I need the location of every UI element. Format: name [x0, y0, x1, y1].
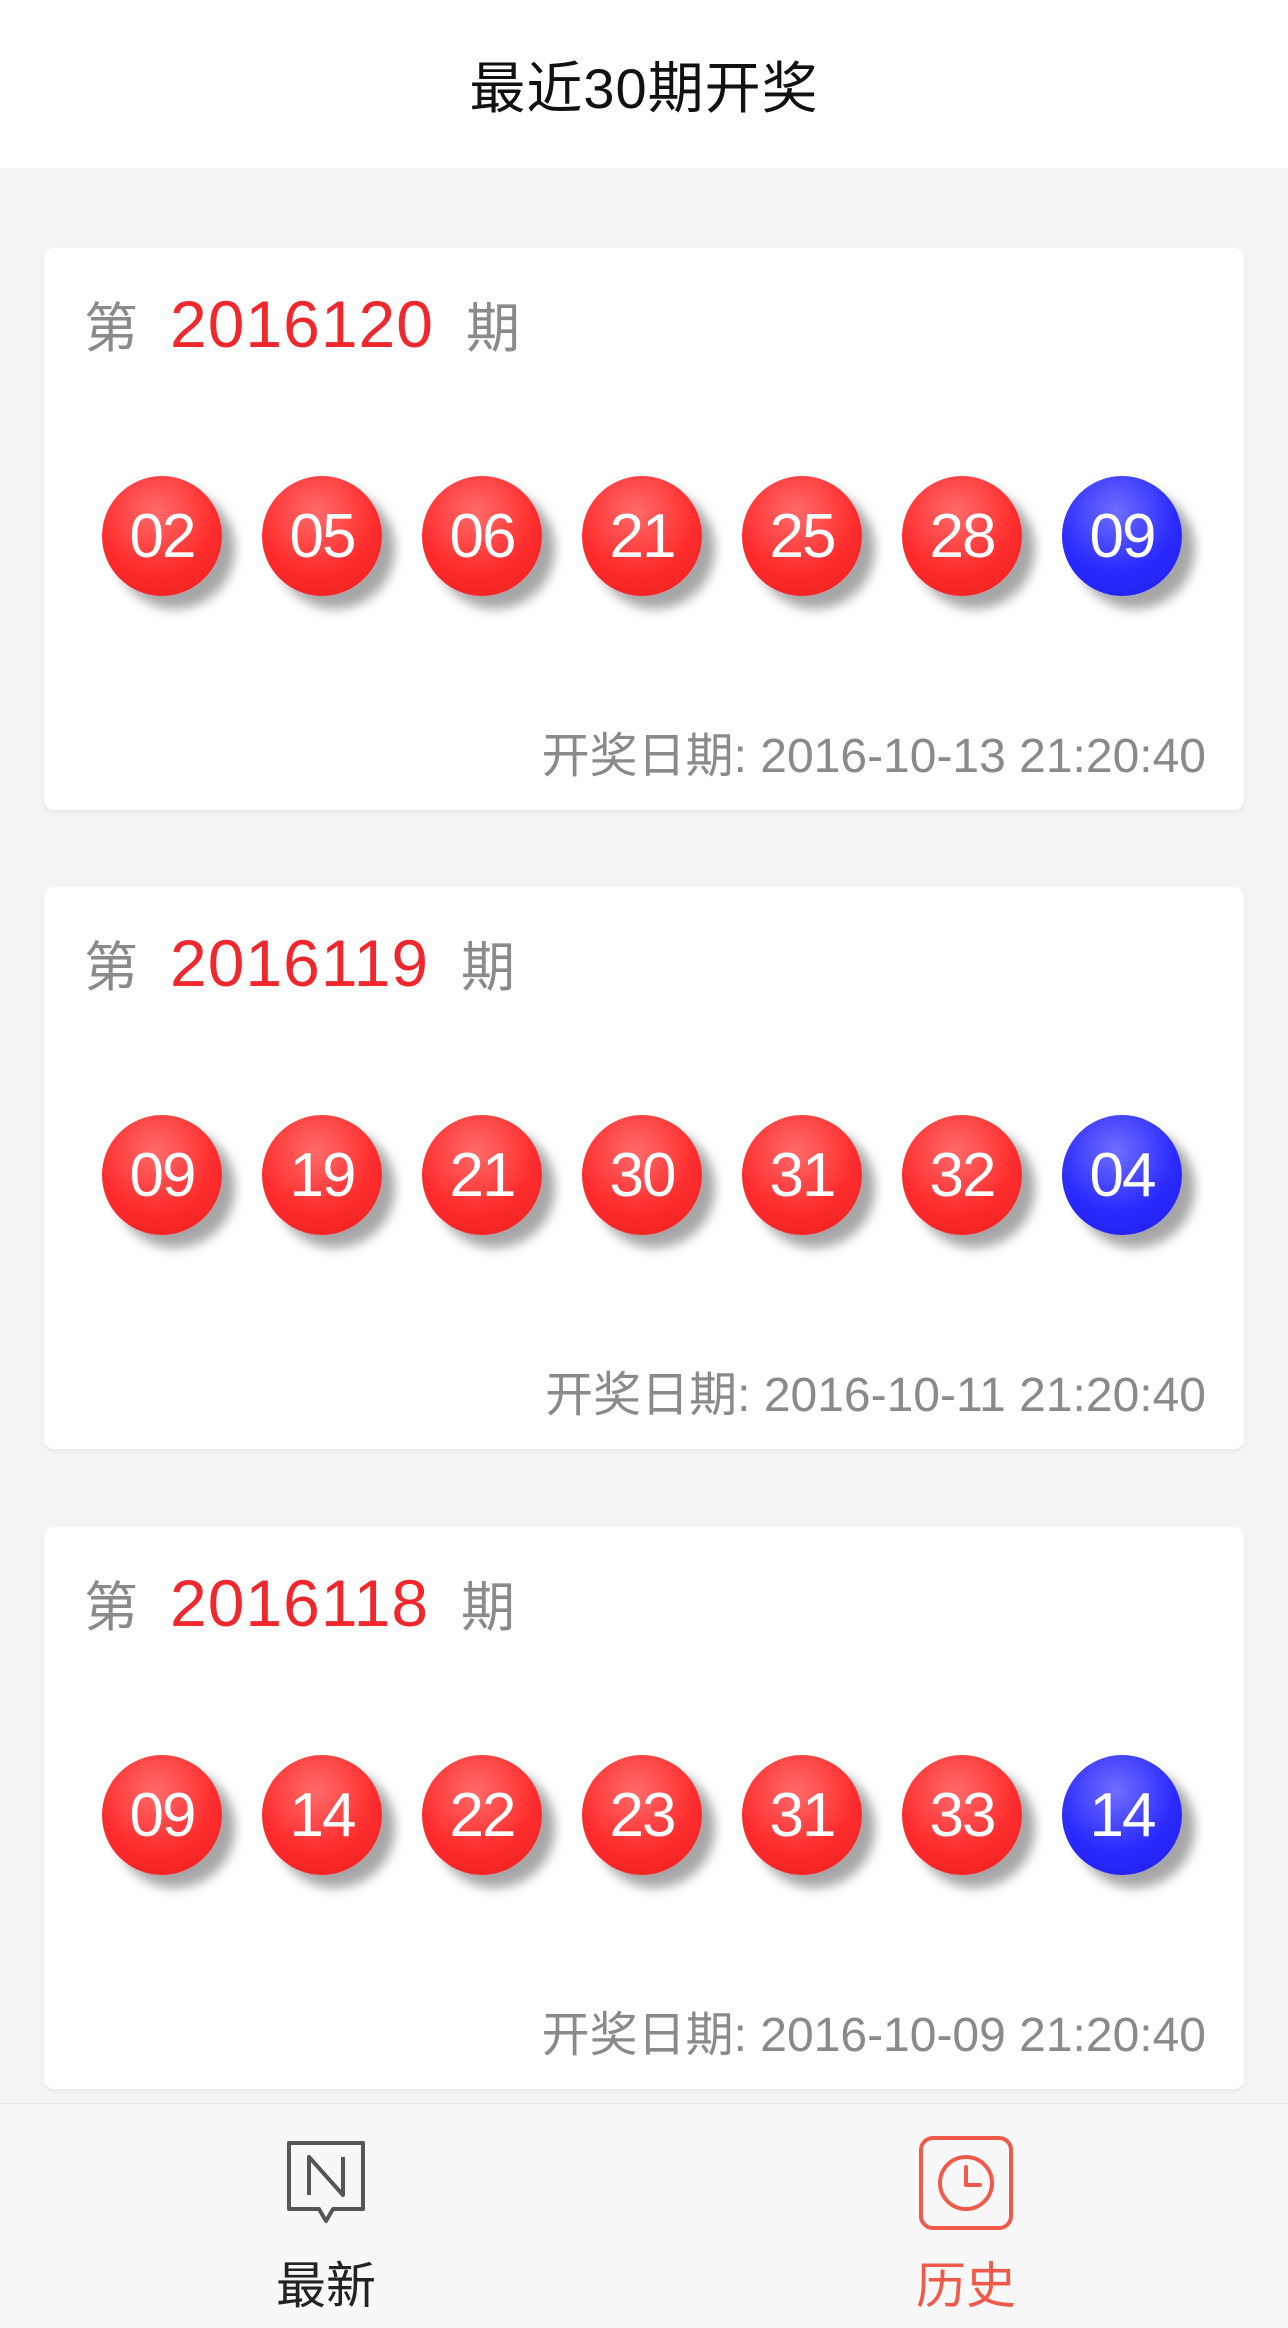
- ball-row: 09 19 21 30 31 32 04: [102, 1115, 1182, 1235]
- issue-prefix: 第: [84, 299, 138, 359]
- red-ball: 09: [102, 1755, 222, 1875]
- draw-date: 开奖日期: 2016-10-09 21:20:40: [542, 1995, 1206, 2065]
- blue-ball: 14: [1062, 1755, 1182, 1875]
- red-ball: 09: [102, 1115, 222, 1235]
- ball-row: 09 14 22 23 31 33 14: [102, 1755, 1182, 1875]
- red-ball: 31: [742, 1115, 862, 1235]
- draw-date-label: 开奖日期:: [541, 2009, 747, 2062]
- draw-date-value: 2016-10-11 21:20:40: [763, 1369, 1206, 1422]
- draw-date: 开奖日期: 2016-10-13 21:20:40: [542, 716, 1206, 786]
- blue-ball: 04: [1062, 1115, 1182, 1235]
- red-ball: 19: [262, 1115, 382, 1235]
- issue-number: 2016120: [170, 287, 434, 361]
- bottom-tab-bar: 最新 历史: [0, 2103, 1288, 2328]
- red-ball: 25: [742, 476, 862, 596]
- red-ball: 23: [582, 1755, 702, 1875]
- draw-issue-line: 第 2016119 期: [84, 923, 515, 1002]
- red-ball: 06: [422, 476, 542, 596]
- red-ball: 30: [582, 1115, 702, 1235]
- draw-issue-line: 第 2016118 期: [84, 1563, 515, 1642]
- clock-icon: [917, 2134, 1015, 2232]
- draw-date: 开奖日期: 2016-10-11 21:20:40: [545, 1355, 1206, 1425]
- red-ball: 05: [262, 476, 382, 596]
- app-header: 最近30期开奖: [0, 0, 1288, 168]
- draw-card[interactable]: 第 2016118 期 09 14 22 23 31 33 14 开奖日期: 2…: [44, 1527, 1244, 2089]
- tab-label: 历史: [916, 2258, 1016, 2314]
- draw-date-label: 开奖日期:: [545, 1369, 751, 1422]
- draw-card[interactable]: 第 2016119 期 09 19 21 30 31 32 04 开奖日期: 2…: [44, 887, 1244, 1449]
- draw-date-value: 2016-10-13 21:20:40: [760, 730, 1206, 783]
- issue-prefix: 第: [84, 938, 138, 998]
- draw-list[interactable]: 第 2016120 期 02 05 06 21 25 28 09 开奖日期: 2…: [0, 168, 1288, 2103]
- red-ball: 32: [902, 1115, 1022, 1235]
- red-ball: 31: [742, 1755, 862, 1875]
- issue-suffix: 期: [465, 299, 520, 359]
- tab-label: 最新: [276, 2258, 376, 2314]
- tab-newest[interactable]: 最新: [166, 2104, 486, 2328]
- red-ball: 21: [422, 1115, 542, 1235]
- tab-history[interactable]: 历史: [806, 2104, 1126, 2328]
- red-ball: 21: [582, 476, 702, 596]
- red-ball: 14: [262, 1755, 382, 1875]
- draw-issue-line: 第 2016120 期: [84, 284, 520, 363]
- draw-card[interactable]: 第 2016120 期 02 05 06 21 25 28 09 开奖日期: 2…: [44, 248, 1244, 810]
- red-ball: 02: [102, 476, 222, 596]
- issue-suffix: 期: [461, 938, 516, 998]
- issue-prefix: 第: [84, 1578, 138, 1638]
- news-icon: [277, 2134, 375, 2232]
- blue-ball: 09: [1062, 476, 1182, 596]
- page-title: 最近30期开奖: [469, 56, 819, 120]
- issue-number: 2016118: [170, 1566, 430, 1640]
- red-ball: 33: [902, 1755, 1022, 1875]
- red-ball: 22: [422, 1755, 542, 1875]
- red-ball: 28: [902, 476, 1022, 596]
- draw-date-label: 开奖日期:: [541, 730, 747, 783]
- ball-row: 02 05 06 21 25 28 09: [102, 476, 1182, 596]
- issue-suffix: 期: [461, 1578, 516, 1638]
- issue-number: 2016119: [170, 926, 430, 1000]
- draw-date-value: 2016-10-09 21:20:40: [760, 2009, 1206, 2062]
